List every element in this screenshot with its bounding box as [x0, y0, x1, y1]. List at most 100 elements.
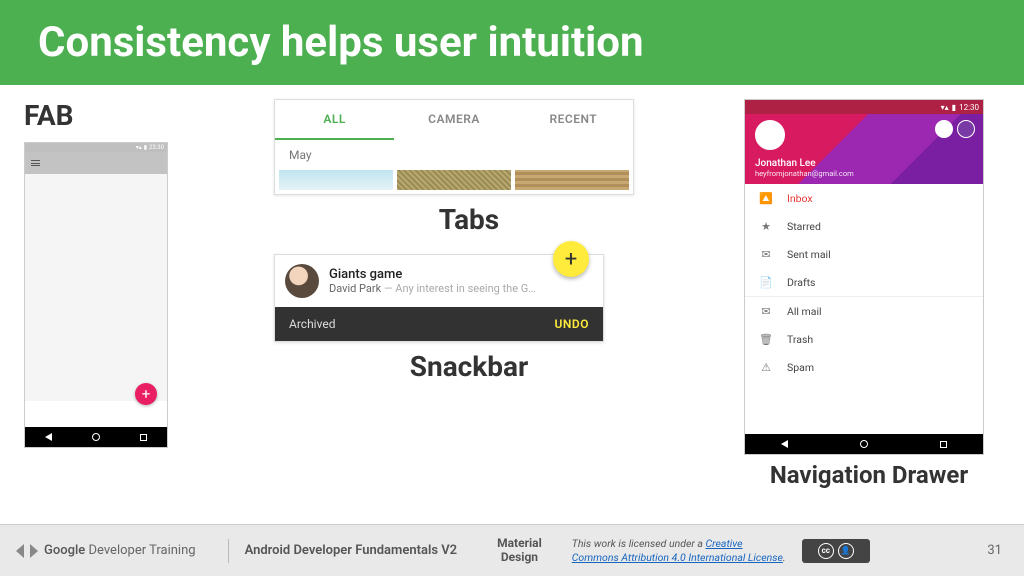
drawer-item-inbox[interactable]: 🔼 Inbox	[745, 184, 983, 212]
undo-button[interactable]: UNDO	[555, 317, 589, 331]
tab-camera[interactable]: CAMERA	[394, 100, 513, 140]
spam-icon: ⚠	[759, 360, 773, 374]
drawer-item-drafts[interactable]: 📄 Drafts	[745, 268, 983, 296]
slide-content: FAB ▾▴ ▮ 23:30 + ALL	[0, 85, 1024, 503]
thumb-2[interactable]	[397, 170, 511, 190]
drawer-statusbar: ▾▴ ▮ 12:30	[745, 100, 983, 114]
brand-text: Google Developer Training	[44, 543, 196, 558]
drawer-item-spam[interactable]: ⚠ Spam	[745, 353, 983, 381]
recents-icon[interactable]	[140, 434, 147, 441]
tab-all[interactable]: ALL	[275, 100, 394, 140]
account-chip-2[interactable]	[957, 120, 975, 138]
account-chips	[935, 120, 975, 138]
email-preview-line: David Park — Any interest in seeing the …	[329, 282, 593, 295]
app-bar	[25, 152, 167, 174]
system-navbar	[745, 434, 983, 454]
user-name: Jonathan Lee	[755, 158, 973, 169]
email-row[interactable]: Giants game David Park — Any interest in…	[275, 255, 603, 307]
email-preview: — Any interest in seeing the G…	[381, 282, 535, 295]
page-number: 31	[987, 543, 1002, 558]
license-pre: This work is licensed under a	[572, 537, 706, 550]
tab-recent[interactable]: RECENT	[514, 100, 633, 140]
send-icon: ✉	[759, 247, 773, 261]
back-icon[interactable]	[781, 440, 788, 448]
fab-column: FAB ▾▴ ▮ 23:30 +	[24, 99, 194, 503]
item-label: Spam	[787, 361, 814, 374]
brand-strong: Google	[44, 543, 85, 558]
phone-body: +	[25, 174, 167, 427]
fab-button[interactable]: +	[135, 383, 157, 405]
image-strip	[275, 170, 633, 194]
home-icon[interactable]	[860, 440, 868, 448]
drawer-item-starred[interactable]: ★ Starred	[745, 212, 983, 240]
wifi-icon: ▾▴	[136, 144, 142, 151]
drawer-list: 🔼 Inbox ★ Starred ✉ Sent mail 📄 Drafts	[745, 184, 983, 434]
email-text: Giants game David Park — Any interest in…	[329, 267, 593, 295]
drawer-item-trash[interactable]: 🗑 Trash	[745, 325, 983, 353]
user-avatar[interactable]	[755, 120, 785, 150]
thumb-1[interactable]	[279, 170, 393, 190]
battery-icon: ▮	[144, 144, 147, 151]
item-label: Starred	[787, 220, 821, 233]
snackbar-card: Giants game David Park — Any interest in…	[274, 254, 604, 342]
snackbar-label: Snackbar	[274, 350, 664, 383]
account-chip-1[interactable]	[935, 120, 953, 138]
hamburger-icon[interactable]	[31, 160, 40, 166]
trash-icon: 🗑	[759, 332, 773, 346]
drawer-label: Navigation Drawer	[744, 461, 994, 489]
signal-icon: ▾▴	[941, 103, 949, 112]
snackbar: Archived UNDO	[275, 307, 603, 341]
home-icon[interactable]	[92, 433, 100, 441]
license-post: .	[783, 551, 786, 564]
middle-column: ALL CAMERA RECENT May Tabs Giants game D…	[274, 99, 664, 503]
cc-badge: cc 👤	[802, 539, 870, 563]
status-time: 12:30	[959, 103, 979, 112]
status-bar: ▾▴ ▮ 23:30	[25, 143, 167, 152]
drawer-header: Jonathan Lee heyfromjonathan@gmail.com	[745, 114, 983, 184]
recents-icon[interactable]	[940, 441, 947, 448]
drawer-item-allmail[interactable]: ✉ All mail	[745, 297, 983, 325]
thumb-3[interactable]	[515, 170, 629, 190]
footer-divider	[228, 539, 229, 563]
email-subject: Giants game	[329, 267, 593, 282]
drawer-phone: ▾▴ ▮ 12:30 Jonathan Lee heyfromjonathan@…	[744, 99, 984, 455]
topic-line2: Design	[497, 551, 542, 564]
back-icon[interactable]	[45, 433, 52, 441]
logo-icon	[16, 540, 38, 562]
item-label: All mail	[787, 305, 822, 318]
item-label: Inbox	[787, 192, 813, 205]
slide-title: Consistency helps user intuition	[38, 18, 986, 67]
footer-topic: Material Design	[497, 537, 542, 563]
brand-rest: Developer Training	[85, 543, 195, 558]
cc-icon: cc	[818, 543, 834, 559]
item-label: Sent mail	[787, 248, 831, 261]
tabs-row: ALL CAMERA RECENT	[275, 100, 633, 140]
email-author: David Park	[329, 282, 381, 295]
tabs-label: Tabs	[274, 203, 664, 236]
fab-phone: ▾▴ ▮ 23:30 +	[24, 142, 168, 448]
footer: Google Developer Training Android Develo…	[0, 524, 1024, 576]
system-navbar	[25, 427, 167, 447]
snackbar-message: Archived	[289, 317, 335, 331]
drawer-column: ▾▴ ▮ 12:30 Jonathan Lee heyfromjonathan@…	[744, 99, 994, 503]
inbox-icon: 🔼	[759, 191, 773, 205]
user-email: heyfromjonathan@gmail.com	[755, 169, 973, 178]
avatar	[285, 264, 319, 298]
mail-icon: ✉	[759, 304, 773, 318]
drawer-item-sent[interactable]: ✉ Sent mail	[745, 240, 983, 268]
battery-icon: ▮	[952, 103, 956, 112]
drafts-icon: 📄	[759, 275, 773, 289]
item-label: Trash	[787, 333, 813, 346]
status-time: 23:30	[149, 144, 164, 151]
fab-label: FAB	[24, 99, 194, 132]
title-bar: Consistency helps user intuition	[0, 0, 1024, 85]
tabs-subheader: May	[275, 140, 633, 170]
footer-license: This work is licensed under a Creative C…	[572, 537, 792, 563]
compose-fab[interactable]: +	[553, 241, 589, 277]
footer-course: Android Developer Fundamentals V2	[245, 543, 458, 558]
topic-line1: Material	[497, 537, 542, 550]
tabs-card: ALL CAMERA RECENT May	[274, 99, 634, 195]
by-icon: 👤	[838, 543, 854, 559]
star-icon: ★	[759, 219, 773, 233]
item-label: Drafts	[787, 276, 815, 289]
